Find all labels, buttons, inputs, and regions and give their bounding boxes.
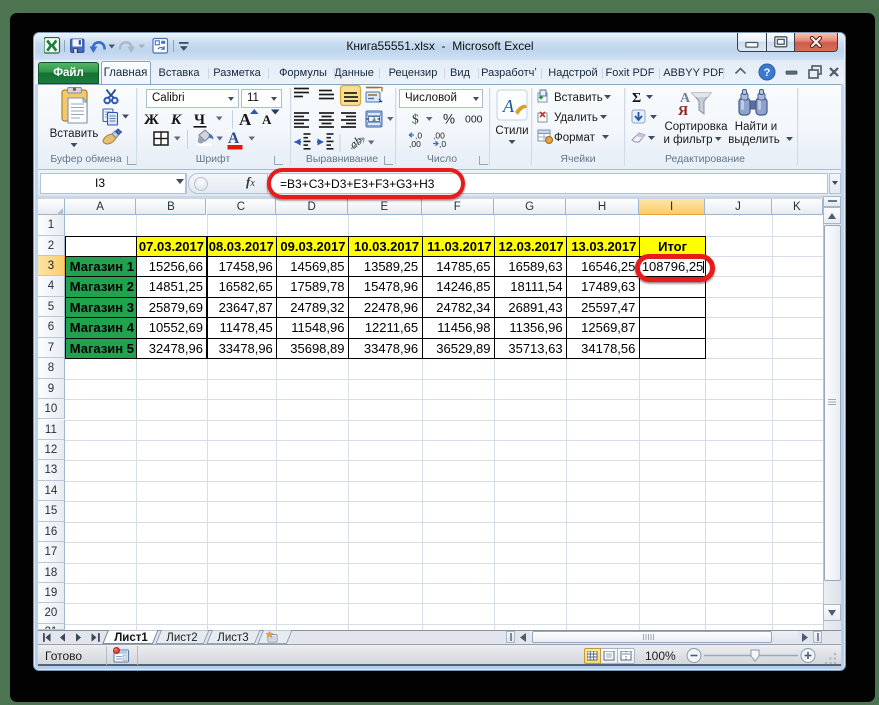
svg-text:?: ?: [764, 67, 771, 79]
svg-text:Вставить: Вставить: [50, 128, 98, 140]
svg-text:,00: ,00: [409, 139, 421, 149]
svg-text:Стили: Стили: [495, 125, 528, 137]
svg-text:А: А: [228, 130, 240, 147]
svg-text:A: A: [502, 96, 515, 116]
svg-text:Найти и: Найти и: [735, 121, 777, 133]
svg-text:К: К: [170, 112, 182, 128]
svg-text:Ч: Ч: [194, 112, 205, 128]
svg-text:Сортировка: Сортировка: [664, 121, 728, 133]
svg-text:Я: Я: [678, 104, 688, 119]
svg-text:ab: ab: [347, 133, 365, 151]
svg-text:Формат: Формат: [554, 132, 596, 144]
svg-text:%: %: [443, 112, 455, 127]
svg-text:$: $: [412, 112, 419, 127]
svg-text:000: 000: [465, 114, 483, 126]
svg-text:Σ: Σ: [632, 91, 641, 106]
svg-text:выделить: выделить: [728, 134, 780, 146]
svg-text:Ж: Ж: [144, 112, 159, 128]
svg-text:А: А: [239, 110, 252, 129]
svg-text:А: А: [262, 112, 272, 127]
svg-text:Лист1: Лист1: [114, 632, 148, 644]
svg-text:Лист3: Лист3: [217, 632, 248, 644]
svg-text:Удалить: Удалить: [554, 112, 598, 124]
svg-text:Вставить: Вставить: [554, 92, 603, 104]
svg-text:Лист2: Лист2: [166, 632, 197, 644]
svg-text:,0: ,0: [439, 139, 446, 149]
svg-text:и фильтр: и фильтр: [664, 134, 713, 146]
